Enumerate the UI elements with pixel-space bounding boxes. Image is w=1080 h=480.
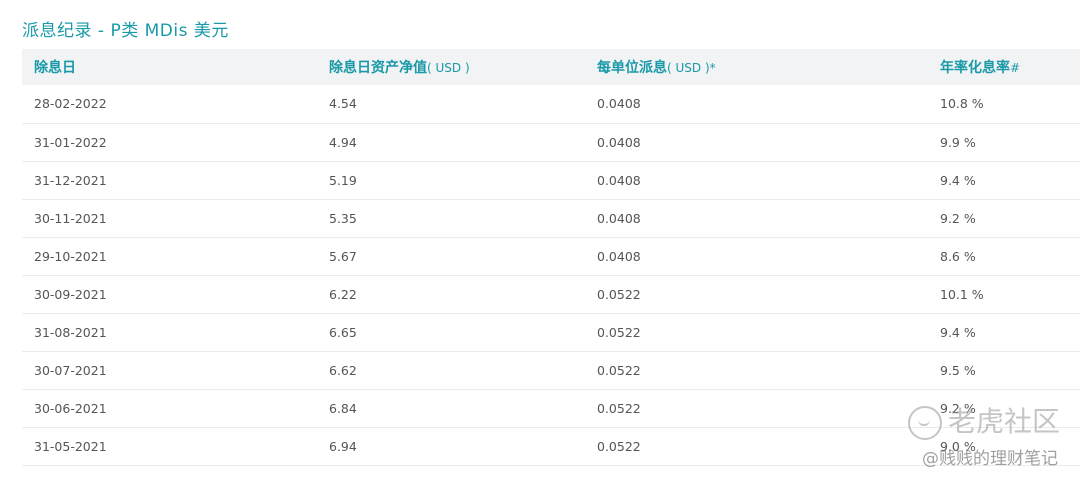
dividend-cell: 0.0408 [597,210,641,226]
table-row: 28-02-2022 4.54 0.0408 10.8 % [22,85,1080,123]
dividend-cell: 0.0408 [597,172,641,188]
table-row: 31-08-2021 6.65 0.0522 9.4 % [22,313,1080,351]
dividend-cell: 0.0408 [597,96,641,112]
ex-date-cell: 31-08-2021 [34,324,107,340]
column-header-nav: 除息日资产净值( USD ) [329,60,470,76]
dividend-cell: 0.0522 [597,324,641,340]
ex-date-cell: 30-09-2021 [34,286,107,302]
yield-cell: 8.6 % [940,248,976,264]
ex-date-cell: 30-11-2021 [34,210,107,226]
yield-cell: 9.9 % [940,134,976,150]
ex-date-cell: 30-07-2021 [34,362,107,378]
ex-date-cell: 31-05-2021 [34,438,107,454]
ex-date-cell: 31-12-2021 [34,172,107,188]
community-logo-icon [907,406,942,440]
dividend-cell: 0.0408 [597,248,641,264]
dividend-cell: 0.0522 [597,438,641,454]
ex-date-cell: 31-01-2022 [34,134,107,150]
column-header-dividend-per-unit: 每单位派息( USD )* [597,60,716,76]
yield-cell: 9.2 % [940,210,976,226]
nav-cell: 6.65 [329,324,357,340]
yield-cell: 9.4 % [940,324,976,340]
table-row: 30-07-2021 6.62 0.0522 9.5 % [22,351,1080,389]
dividend-cell: 0.0522 [597,286,641,302]
table-row: 29-10-2021 5.67 0.0408 8.6 % [22,237,1080,275]
yield-cell: 9.4 % [940,172,976,188]
table-row: 30-09-2021 6.22 0.0522 10.1 % [22,275,1080,313]
ex-date-cell: 30-06-2021 [34,400,107,416]
table-row: 30-11-2021 5.35 0.0408 9.2 % [22,199,1080,237]
table-row: 31-01-2022 4.94 0.0408 9.9 % [22,123,1080,161]
page-title: 派息纪录 - P类 MDis 美元 [22,21,229,41]
nav-cell: 6.62 [329,362,357,378]
nav-cell: 6.22 [329,286,357,302]
table-header-row: 除息日 除息日资产净值( USD ) 每单位派息( USD )* 年率化息率# [22,49,1080,85]
nav-cell: 5.35 [329,210,357,226]
dividend-cell: 0.0408 [597,134,641,150]
table-row: 31-12-2021 5.19 0.0408 9.4 % [22,161,1080,199]
column-header-ex-date: 除息日 [34,60,76,76]
yield-cell: 9.5 % [940,362,976,378]
ex-date-cell: 29-10-2021 [34,248,107,264]
nav-cell: 5.67 [329,248,357,264]
watermark-author: @贱贱的理财笔记 [922,449,1058,469]
nav-cell: 5.19 [329,172,357,188]
watermark-brand: 老虎社区 [907,400,1060,440]
yield-cell: 10.8 % [940,96,984,112]
yield-cell: 10.1 % [940,286,984,302]
column-header-annualized-yield: 年率化息率# [940,60,1021,76]
nav-cell: 6.84 [329,400,357,416]
nav-cell: 4.94 [329,134,357,150]
nav-cell: 6.94 [329,438,357,454]
nav-cell: 4.54 [329,96,357,112]
ex-date-cell: 28-02-2022 [34,96,107,112]
dividend-cell: 0.0522 [597,400,641,416]
dividend-cell: 0.0522 [597,362,641,378]
watermark-brand-text: 老虎社区 [947,405,1060,438]
